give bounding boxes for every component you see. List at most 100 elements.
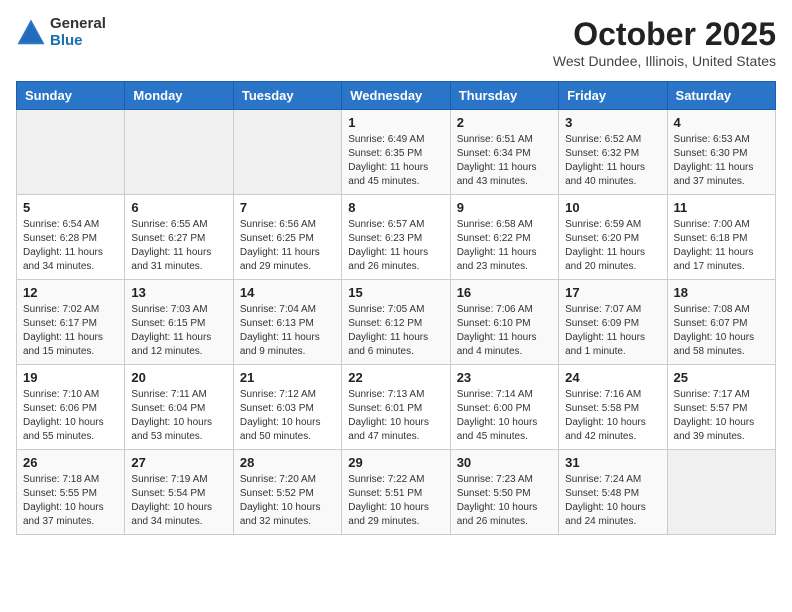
weekday-header-wednesday: Wednesday xyxy=(342,82,450,110)
day-info: Sunrise: 7:03 AMSunset: 6:15 PMDaylight:… xyxy=(131,303,226,359)
logo-icon xyxy=(16,18,46,48)
day-info: Sunrise: 6:49 AMSunset: 6:35 PMDaylight:… xyxy=(348,133,443,189)
day-number: 3 xyxy=(565,115,660,130)
day-info: Sunrise: 7:05 AMSunset: 6:12 PMDaylight:… xyxy=(348,303,443,359)
week-row-1: 5 Sunrise: 6:54 AMSunset: 6:28 PMDaylight… xyxy=(17,195,776,280)
day-info: Sunrise: 7:16 AMSunset: 5:58 PMDaylight:… xyxy=(565,388,660,444)
calendar-cell: 14 Sunrise: 7:04 AMSunset: 6:13 PMDayligh… xyxy=(233,280,341,365)
logo: General Blue xyxy=(16,16,106,49)
calendar-cell: 12 Sunrise: 7:02 AMSunset: 6:17 PMDayligh… xyxy=(17,280,125,365)
day-info: Sunrise: 7:23 AMSunset: 5:50 PMDaylight:… xyxy=(457,473,552,529)
calendar-cell: 9Sunrise: 6:58 AMSunset: 6:22 PMDaylight… xyxy=(450,195,558,280)
day-info: Sunrise: 7:13 AMSunset: 6:01 PMDaylight:… xyxy=(348,388,443,444)
day-info: Sunrise: 7:07 AMSunset: 6:09 PMDaylight:… xyxy=(565,303,660,359)
day-info: Sunrise: 6:56 AMSunset: 6:25 PMDaylight:… xyxy=(240,218,335,274)
day-info: Sunrise: 7:22 AMSunset: 5:51 PMDaylight:… xyxy=(348,473,443,529)
day-number: 10 xyxy=(565,200,660,215)
calendar-cell: 23Sunrise: 7:14 AMSunset: 6:00 PMDayligh… xyxy=(450,365,558,450)
day-number: 17 xyxy=(565,285,660,300)
day-number: 12 xyxy=(23,285,118,300)
day-info: Sunrise: 6:52 AMSunset: 6:32 PMDaylight:… xyxy=(565,133,660,189)
location: West Dundee, Illinois, United States xyxy=(553,53,776,69)
day-info: Sunrise: 7:10 AMSunset: 6:06 PMDaylight:… xyxy=(23,388,118,444)
title-area: October 2025 West Dundee, Illinois, Unit… xyxy=(553,16,776,69)
calendar-cell xyxy=(667,450,775,535)
calendar-cell: 21 Sunrise: 7:12 AMSunset: 6:03 PMDayligh… xyxy=(233,365,341,450)
day-info: Sunrise: 6:51 AMSunset: 6:34 PMDaylight:… xyxy=(457,133,552,189)
day-info: Sunrise: 6:59 AMSunset: 6:20 PMDaylight:… xyxy=(565,218,660,274)
day-info: Sunrise: 7:20 AMSunset: 5:52 PMDaylight:… xyxy=(240,473,335,529)
day-number: 8 xyxy=(348,200,443,215)
day-info: Sunrise: 7:14 AMSunset: 6:00 PMDaylight:… xyxy=(457,388,552,444)
day-info: Sunrise: 7:11 AMSunset: 6:04 PMDaylight:… xyxy=(131,388,226,444)
weekday-header-friday: Friday xyxy=(559,82,667,110)
day-number: 28 xyxy=(240,455,335,470)
day-number: 14 xyxy=(240,285,335,300)
calendar-cell xyxy=(125,110,233,195)
logo-general: General xyxy=(50,16,106,33)
day-number: 22 xyxy=(348,370,443,385)
day-info: Sunrise: 6:55 AMSunset: 6:27 PMDaylight:… xyxy=(131,218,226,274)
day-info: Sunrise: 7:12 AMSunset: 6:03 PMDaylight:… xyxy=(240,388,335,444)
day-info: Sunrise: 7:17 AMSunset: 5:57 PMDaylight:… xyxy=(674,388,769,444)
weekday-header-tuesday: Tuesday xyxy=(233,82,341,110)
calendar-cell: 22 Sunrise: 7:13 AMSunset: 6:01 PMDayligh… xyxy=(342,365,450,450)
day-number: 25 xyxy=(674,370,769,385)
day-info: Sunrise: 7:08 AMSunset: 6:07 PMDaylight:… xyxy=(674,303,769,359)
day-number: 5 xyxy=(23,200,118,215)
week-row-4: 26 Sunrise: 7:18 AMSunset: 5:55 PMDayligh… xyxy=(17,450,776,535)
calendar-cell: 26 Sunrise: 7:18 AMSunset: 5:55 PMDayligh… xyxy=(17,450,125,535)
calendar-cell: 1 Sunrise: 6:49 AMSunset: 6:35 PMDaylight… xyxy=(342,110,450,195)
calendar-cell: 28 Sunrise: 7:20 AMSunset: 5:52 PMDayligh… xyxy=(233,450,341,535)
weekday-header-monday: Monday xyxy=(125,82,233,110)
day-number: 18 xyxy=(674,285,769,300)
day-number: 27 xyxy=(131,455,226,470)
day-info: Sunrise: 7:00 AMSunset: 6:18 PMDaylight:… xyxy=(674,218,769,274)
day-number: 24 xyxy=(565,370,660,385)
day-info: Sunrise: 7:18 AMSunset: 5:55 PMDaylight:… xyxy=(23,473,118,529)
calendar-cell: 16Sunrise: 7:06 AMSunset: 6:10 PMDayligh… xyxy=(450,280,558,365)
day-number: 26 xyxy=(23,455,118,470)
calendar-cell: 25 Sunrise: 7:17 AMSunset: 5:57 PMDayligh… xyxy=(667,365,775,450)
calendar-cell: 13 Sunrise: 7:03 AMSunset: 6:15 PMDayligh… xyxy=(125,280,233,365)
day-number: 29 xyxy=(348,455,443,470)
day-number: 9 xyxy=(457,200,552,215)
day-number: 2 xyxy=(457,115,552,130)
week-row-2: 12 Sunrise: 7:02 AMSunset: 6:17 PMDayligh… xyxy=(17,280,776,365)
day-number: 30 xyxy=(457,455,552,470)
day-number: 1 xyxy=(348,115,443,130)
calendar-cell: 31 Sunrise: 7:24 AMSunset: 5:48 PMDayligh… xyxy=(559,450,667,535)
calendar-cell: 8 Sunrise: 6:57 AMSunset: 6:23 PMDaylight… xyxy=(342,195,450,280)
day-number: 7 xyxy=(240,200,335,215)
calendar-cell xyxy=(17,110,125,195)
day-number: 6 xyxy=(131,200,226,215)
calendar-cell: 4Sunrise: 6:53 AMSunset: 6:30 PMDaylight… xyxy=(667,110,775,195)
day-info: Sunrise: 7:04 AMSunset: 6:13 PMDaylight:… xyxy=(240,303,335,359)
calendar-cell: 29 Sunrise: 7:22 AMSunset: 5:51 PMDayligh… xyxy=(342,450,450,535)
calendar-cell: 15 Sunrise: 7:05 AMSunset: 6:12 PMDayligh… xyxy=(342,280,450,365)
logo-text: General Blue xyxy=(50,16,106,49)
weekday-header-thursday: Thursday xyxy=(450,82,558,110)
calendar-cell: 11 Sunrise: 7:00 AMSunset: 6:18 PMDayligh… xyxy=(667,195,775,280)
day-info: Sunrise: 6:57 AMSunset: 6:23 PMDaylight:… xyxy=(348,218,443,274)
day-info: Sunrise: 7:19 AMSunset: 5:54 PMDaylight:… xyxy=(131,473,226,529)
day-number: 19 xyxy=(23,370,118,385)
day-info: Sunrise: 6:54 AMSunset: 6:28 PMDaylight:… xyxy=(23,218,118,274)
calendar-cell: 27 Sunrise: 7:19 AMSunset: 5:54 PMDayligh… xyxy=(125,450,233,535)
day-number: 20 xyxy=(131,370,226,385)
day-number: 31 xyxy=(565,455,660,470)
calendar-cell xyxy=(233,110,341,195)
calendar-table: SundayMondayTuesdayWednesdayThursdayFrid… xyxy=(16,81,776,535)
month-title: October 2025 xyxy=(553,16,776,53)
day-number: 15 xyxy=(348,285,443,300)
day-number: 21 xyxy=(240,370,335,385)
logo-blue: Blue xyxy=(50,33,106,50)
weekday-header-sunday: Sunday xyxy=(17,82,125,110)
calendar-cell: 20 Sunrise: 7:11 AMSunset: 6:04 PMDayligh… xyxy=(125,365,233,450)
day-info: Sunrise: 7:24 AMSunset: 5:48 PMDaylight:… xyxy=(565,473,660,529)
day-number: 13 xyxy=(131,285,226,300)
calendar-cell: 19 Sunrise: 7:10 AMSunset: 6:06 PMDayligh… xyxy=(17,365,125,450)
day-number: 11 xyxy=(674,200,769,215)
day-number: 4 xyxy=(674,115,769,130)
day-info: Sunrise: 7:02 AMSunset: 6:17 PMDaylight:… xyxy=(23,303,118,359)
